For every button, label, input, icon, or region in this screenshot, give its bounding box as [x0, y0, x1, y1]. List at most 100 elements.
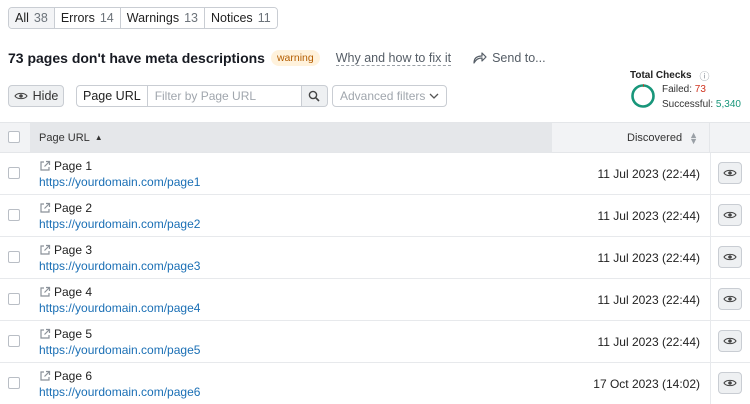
row-checkbox[interactable] [8, 167, 20, 179]
column-divider [710, 153, 711, 404]
tab-label: Warnings [126, 11, 180, 25]
eye-icon [14, 92, 28, 100]
page-title-cell: Page 6 [39, 369, 92, 383]
url-filter-input[interactable] [147, 85, 302, 107]
share-arrow-icon [473, 52, 487, 64]
eye-icon [723, 253, 737, 261]
view-button[interactable] [718, 162, 742, 184]
checkbox-box[interactable] [8, 377, 20, 389]
page-title-text: Page 4 [54, 285, 93, 299]
external-link-icon[interactable] [39, 328, 51, 340]
page-url-link[interactable]: https://yourdomain.com/page1 [39, 175, 200, 189]
tab-count: 13 [184, 11, 198, 25]
page-title-cell: Page 1 [39, 159, 92, 173]
checkbox-box[interactable] [8, 293, 20, 305]
table-row: Page 4 https://yourdomain.com/page4 11 Jul… [0, 279, 750, 321]
discovered-date: 11 Jul 2023 (22:44) [597, 293, 700, 307]
discovered-date: 11 Jul 2023 (22:44) [597, 335, 700, 349]
external-link-icon[interactable] [39, 202, 51, 214]
column-label: Page URL [39, 131, 90, 144]
sort-icon: ▲ ▼ [689, 129, 698, 146]
view-button[interactable] [718, 204, 742, 226]
advanced-filters-label: Advanced filters [340, 89, 426, 103]
search-icon [308, 90, 320, 102]
column-header-page-url[interactable]: Page URL ▲ [30, 123, 552, 152]
discovered-date: 11 Jul 2023 (22:44) [597, 209, 700, 223]
checkbox-box[interactable] [8, 335, 20, 347]
page-url-link[interactable]: https://yourdomain.com/page3 [39, 259, 200, 273]
external-link-icon[interactable] [39, 244, 51, 256]
info-icon[interactable]: ⓘ [700, 68, 710, 83]
severity-badge: warning [270, 50, 320, 66]
external-link-icon[interactable] [39, 370, 51, 382]
page-title-text: Page 1 [54, 159, 93, 173]
tab-label: All [15, 11, 29, 25]
row-checkbox[interactable] [8, 377, 20, 389]
tab-count: 11 [257, 11, 271, 25]
external-link-icon[interactable] [39, 160, 51, 172]
view-button[interactable] [718, 246, 742, 268]
sort-asc-icon: ▲ [94, 133, 103, 142]
checkbox-box[interactable] [8, 167, 20, 179]
checkbox-box[interactable] [8, 251, 20, 263]
send-to-button[interactable]: Send to... [473, 51, 546, 65]
page-title-text: Page 6 [54, 369, 93, 383]
eye-icon [723, 295, 737, 303]
page-title-text: Page 5 [54, 327, 93, 341]
tab-all[interactable]: All 38 [9, 8, 55, 28]
page-url-link[interactable]: https://yourdomain.com/page2 [39, 217, 200, 231]
checks-donut [631, 84, 655, 108]
eye-icon [723, 379, 737, 387]
total-checks-heading: Total Checks ⓘ [630, 68, 710, 83]
row-checkbox[interactable] [8, 251, 20, 263]
table-row: Page 2 https://yourdomain.com/page2 11 Jul… [0, 195, 750, 237]
url-filter: Page URL [76, 85, 328, 107]
table-row: Page 6 https://yourdomain.com/page6 17 Oct… [0, 363, 750, 404]
chevron-down-icon [429, 93, 439, 99]
tab-errors[interactable]: Errors 14 [54, 8, 121, 28]
tab-label: Errors [60, 11, 95, 25]
view-button[interactable] [718, 372, 742, 394]
fix-help-link[interactable]: Why and how to fix it [335, 51, 452, 66]
page-title: 73 pages don't have meta descriptions [8, 50, 265, 66]
send-to-label: Send to... [492, 51, 546, 65]
view-button[interactable] [718, 330, 742, 352]
page-url-link[interactable]: https://yourdomain.com/page4 [39, 301, 200, 315]
total-checks-label: Total Checks [630, 70, 692, 81]
checkbox-box[interactable] [8, 131, 20, 143]
select-all-checkbox[interactable] [8, 131, 20, 143]
table-row: Page 3 https://yourdomain.com/page3 11 Jul… [0, 237, 750, 279]
external-link-icon[interactable] [39, 286, 51, 298]
page-url-link[interactable]: https://yourdomain.com/page6 [39, 385, 200, 399]
view-button[interactable] [718, 288, 742, 310]
row-checkbox[interactable] [8, 293, 20, 305]
page-title-cell: Page 5 [39, 327, 92, 341]
column-header-discovered[interactable]: Discovered ▲ ▼ [552, 123, 710, 152]
failed-label: Failed: [662, 84, 693, 95]
hide-button[interactable]: Hide [8, 85, 64, 107]
eye-icon [723, 337, 737, 345]
eye-icon [723, 211, 737, 219]
hide-label: Hide [32, 89, 59, 103]
row-checkbox[interactable] [8, 335, 20, 347]
tab-label: Notices [211, 11, 253, 25]
failed-count: Failed: 73 [662, 84, 706, 95]
advanced-filters-dropdown[interactable]: Advanced filters [332, 85, 447, 107]
page-title-text: Page 2 [54, 201, 93, 215]
table-row: Page 1 https://yourdomain.com/page1 11 Jul… [0, 153, 750, 195]
page-url-link[interactable]: https://yourdomain.com/page5 [39, 343, 200, 357]
search-button[interactable] [301, 85, 328, 107]
tab-notices[interactable]: Notices 11 [205, 8, 277, 28]
tab-warnings[interactable]: Warnings 13 [120, 8, 205, 28]
successful-label: Successful: [662, 99, 714, 110]
issue-tabs: All 38 Errors 14 Warnings 13 Notices 11 [8, 7, 278, 29]
row-checkbox[interactable] [8, 209, 20, 221]
checkbox-box[interactable] [8, 209, 20, 221]
eye-icon [723, 169, 737, 177]
table-row: Page 5 https://yourdomain.com/page5 11 Jul… [0, 321, 750, 363]
url-filter-label[interactable]: Page URL [76, 85, 148, 107]
discovered-date: 11 Jul 2023 (22:44) [597, 167, 700, 181]
column-label: Discovered [627, 131, 683, 144]
page-title-cell: Page 4 [39, 285, 92, 299]
table-header: Page URL ▲ Discovered ▲ ▼ [0, 122, 750, 153]
